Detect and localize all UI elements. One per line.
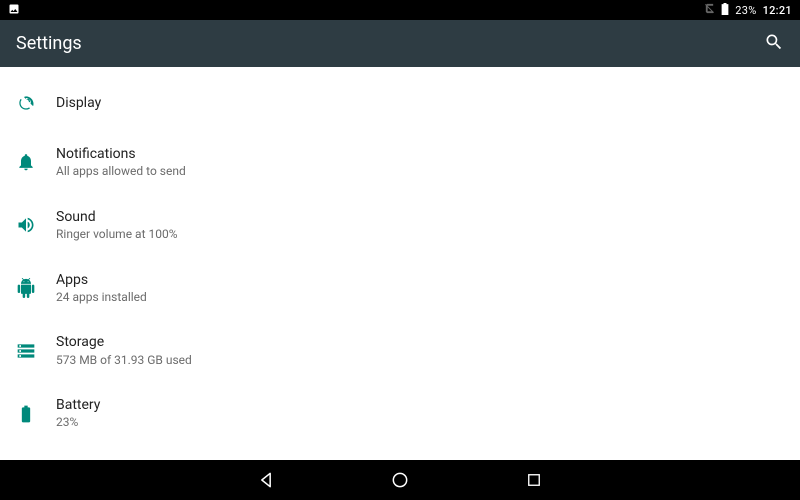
sound-icon — [16, 215, 56, 235]
item-subtitle: 23% — [56, 415, 100, 431]
item-title: Notifications — [56, 145, 186, 163]
settings-item-display[interactable]: Display — [0, 75, 800, 131]
status-clock: 12:21 — [763, 4, 792, 17]
search-icon — [764, 32, 784, 52]
item-title: Storage — [56, 333, 192, 351]
item-subtitle: Ringer volume at 100% — [56, 227, 178, 243]
item-title: Apps — [56, 271, 147, 289]
storage-icon — [16, 341, 56, 361]
item-subtitle: All apps allowed to send — [56, 164, 186, 180]
image-icon — [8, 3, 20, 18]
settings-item-storage[interactable]: Storage 573 MB of 31.93 GB used — [0, 319, 800, 382]
recent-icon — [525, 471, 543, 489]
settings-list: Display Notifications All apps allowed t… — [0, 67, 800, 453]
nav-back-button[interactable] — [254, 468, 278, 492]
settings-content: Display Notifications All apps allowed t… — [0, 67, 800, 460]
item-title: Battery — [56, 396, 100, 414]
search-button[interactable] — [764, 32, 784, 56]
nav-recent-button[interactable] — [522, 468, 546, 492]
battery-icon — [721, 3, 729, 18]
home-icon — [390, 470, 410, 490]
settings-item-battery[interactable]: Battery 23% — [0, 382, 800, 445]
app-bar: Settings — [0, 20, 800, 67]
item-subtitle: 24 apps installed — [56, 290, 147, 306]
back-icon — [256, 470, 276, 490]
nav-home-button[interactable] — [388, 468, 412, 492]
status-bar: 23% 12:21 — [0, 0, 800, 20]
navigation-bar — [0, 460, 800, 500]
settings-item-notifications[interactable]: Notifications All apps allowed to send — [0, 131, 800, 194]
item-title: Display — [56, 94, 101, 112]
display-icon — [16, 93, 56, 113]
settings-item-apps[interactable]: Apps 24 apps installed — [0, 257, 800, 320]
battery-icon — [16, 404, 56, 424]
apps-icon — [16, 278, 56, 298]
page-title: Settings — [16, 33, 82, 54]
notifications-icon — [16, 152, 56, 172]
battery-percent: 23% — [735, 4, 756, 17]
settings-item-sound[interactable]: Sound Ringer volume at 100% — [0, 194, 800, 257]
item-subtitle: 573 MB of 31.93 GB used — [56, 353, 192, 369]
item-title: Sound — [56, 208, 178, 226]
no-sim-icon — [704, 3, 715, 17]
